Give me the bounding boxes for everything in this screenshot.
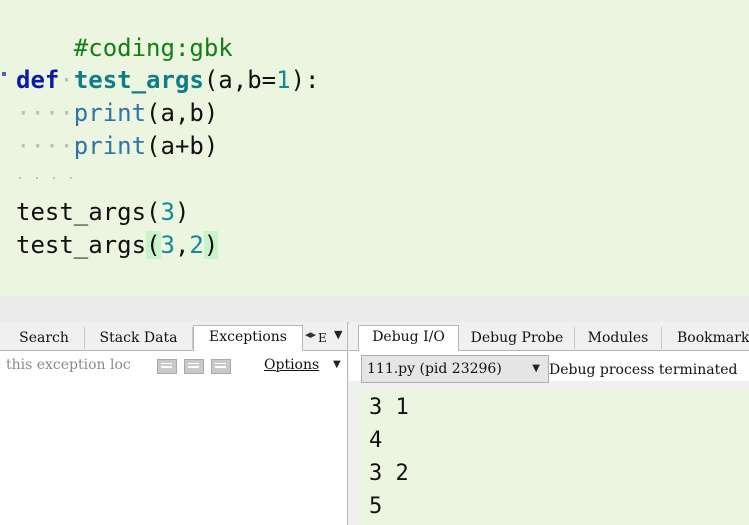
output-line: 3 2 — [369, 461, 409, 486]
exceptions-panel: Search Stack Data Exceptions ◂▸ E ▼ this… — [0, 322, 348, 525]
tab-debug-probe[interactable]: Debug Probe — [460, 327, 575, 349]
tab-overflow[interactable]: E — [318, 327, 327, 349]
tab-exceptions[interactable]: Exceptions — [193, 325, 303, 352]
call-name: test_args — [16, 231, 147, 259]
fold-marker-icon[interactable] — [2, 72, 6, 76]
call-arg: 3 — [160, 231, 175, 259]
tab-stack-data[interactable]: Stack Data — [85, 327, 193, 349]
scroll-arrows-icon[interactable]: ◂▸ — [305, 328, 316, 341]
debug-status: Debug process terminated — [549, 362, 738, 378]
keyword-def: def — [16, 66, 60, 94]
process-select[interactable]: 111.py (pid 23296) ▼ — [361, 355, 549, 383]
builtin-print: print — [73, 132, 147, 160]
tab-debug-io[interactable]: Debug I/O — [358, 325, 459, 352]
code-line-6: · · · · — [16, 171, 76, 187]
output-line: 3 1 — [369, 395, 409, 420]
comment: #coding:gbk — [73, 34, 233, 62]
process-select-value: 111.py (pid 23296) — [367, 361, 502, 377]
code-editor[interactable]: #coding:gbk def·test_args(a,b=1): ····pr… — [0, 0, 749, 296]
exception-filter[interactable]: this exception loc — [6, 357, 146, 373]
function-name: test_args — [73, 66, 204, 94]
output-line: 5 — [369, 494, 383, 519]
filter-toggle-icon[interactable] — [211, 359, 231, 374]
filter-toggle-icon[interactable] — [157, 359, 177, 374]
panel-splitter[interactable] — [0, 296, 749, 323]
call-arg: 2 — [189, 231, 204, 259]
options-menu[interactable]: Options — [264, 357, 319, 373]
tab-bookmarks[interactable]: Bookmarks — [663, 327, 749, 349]
right-tab-bar: Debug I/O Debug Probe Modules Bookmarks — [349, 322, 749, 352]
chevron-down-icon: ▼ — [532, 363, 540, 374]
left-tab-bar: Search Stack Data Exceptions ◂▸ E ▼ — [0, 322, 347, 352]
exceptions-toolbar: this exception loc Options ▼ — [0, 351, 347, 381]
tab-search[interactable]: Search — [4, 327, 85, 349]
code-line-5: ····print(a+b) — [16, 132, 219, 160]
exceptions-content — [0, 381, 347, 525]
print-args: (a,b) — [146, 99, 219, 127]
debug-io-panel: Debug I/O Debug Probe Modules Bookmarks … — [349, 322, 749, 525]
chevron-down-icon[interactable]: ▼ — [334, 328, 342, 341]
call-name: test_args — [16, 198, 147, 226]
chevron-down-icon[interactable]: ▼ — [333, 359, 341, 370]
params-open: (a,b= — [203, 66, 277, 94]
params-close: ): — [290, 66, 320, 94]
filter-toggle-icon[interactable] — [184, 359, 204, 374]
print-args: (a+b) — [146, 132, 219, 160]
code-line-8: test_args(3,2) — [16, 231, 219, 259]
call-arg: 3 — [160, 198, 175, 226]
default-value: 1 — [276, 66, 291, 94]
debug-io-output[interactable]: 3 1 4 3 2 5 — [359, 390, 749, 525]
code-line-4: ····print(a,b) — [16, 99, 219, 127]
output-line: 4 — [369, 428, 383, 453]
code-line-3: def·test_args(a,b=1): — [16, 66, 320, 94]
builtin-print: print — [73, 99, 147, 127]
tab-modules[interactable]: Modules — [575, 327, 662, 349]
code-line-7: test_args(3) — [16, 198, 190, 226]
code-line-1: #coding:gbk — [16, 0, 233, 62]
